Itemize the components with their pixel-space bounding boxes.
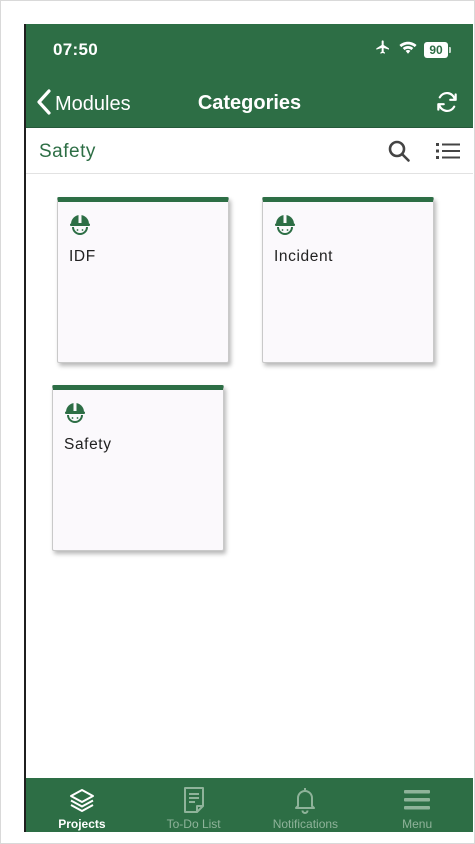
tab-label: Menu: [402, 817, 433, 831]
category-card-idf[interactable]: IDF: [57, 197, 229, 363]
hard-hat-icon: [69, 213, 91, 242]
wifi-icon: [399, 40, 417, 59]
status-icons: 90: [374, 39, 451, 60]
status-bar: 07:50 90: [26, 24, 473, 81]
tab-to-do-list[interactable]: To-Do List: [138, 778, 250, 832]
module-header: Safety: [26, 128, 473, 174]
category-card-incident[interactable]: Incident: [262, 197, 434, 363]
hamburger-menu-icon: [403, 785, 431, 815]
module-actions: [387, 139, 461, 168]
battery-level: 90: [424, 41, 448, 58]
status-time: 07:50: [53, 40, 98, 59]
refresh-button[interactable]: [433, 90, 461, 118]
back-button[interactable]: Modules: [36, 88, 131, 120]
category-label: Incident: [274, 248, 334, 265]
battery-icon: 90: [424, 41, 451, 58]
list-view-icon[interactable]: [435, 139, 461, 168]
layers-icon: [68, 785, 96, 815]
screenshot-frame: 07:50 90 Modules Categories Safety IDF I…: [0, 0, 475, 844]
airplane-icon: [374, 39, 392, 60]
refresh-icon: [434, 89, 460, 120]
category-label: IDF: [69, 248, 96, 265]
category-grid: IDF Incident Safety: [26, 174, 473, 778]
hard-hat-icon: [274, 213, 296, 242]
search-icon[interactable]: [387, 139, 411, 168]
category-card-safety[interactable]: Safety: [52, 385, 224, 551]
tab-notifications[interactable]: Notifications: [250, 778, 362, 832]
tab-label: To-Do List: [166, 817, 221, 831]
chevron-left-icon: [36, 88, 52, 120]
tab-label: Notifications: [272, 817, 339, 831]
document-icon: [182, 785, 206, 815]
tab-menu[interactable]: Menu: [361, 778, 473, 832]
bell-icon: [293, 785, 317, 815]
module-title: Safety: [39, 141, 96, 162]
battery-tip: [449, 46, 451, 53]
bottom-tab-bar: Projects To-Do List Notifications Menu: [26, 778, 473, 832]
tab-label: Projects: [58, 817, 106, 831]
category-label: Safety: [64, 436, 112, 453]
navigation-bar: Modules Categories: [26, 81, 473, 128]
phone-screen: 07:50 90 Modules Categories Safety IDF I…: [24, 24, 473, 832]
hard-hat-icon: [64, 401, 86, 430]
tab-projects[interactable]: Projects: [26, 778, 138, 832]
back-button-label: Modules: [55, 92, 131, 115]
